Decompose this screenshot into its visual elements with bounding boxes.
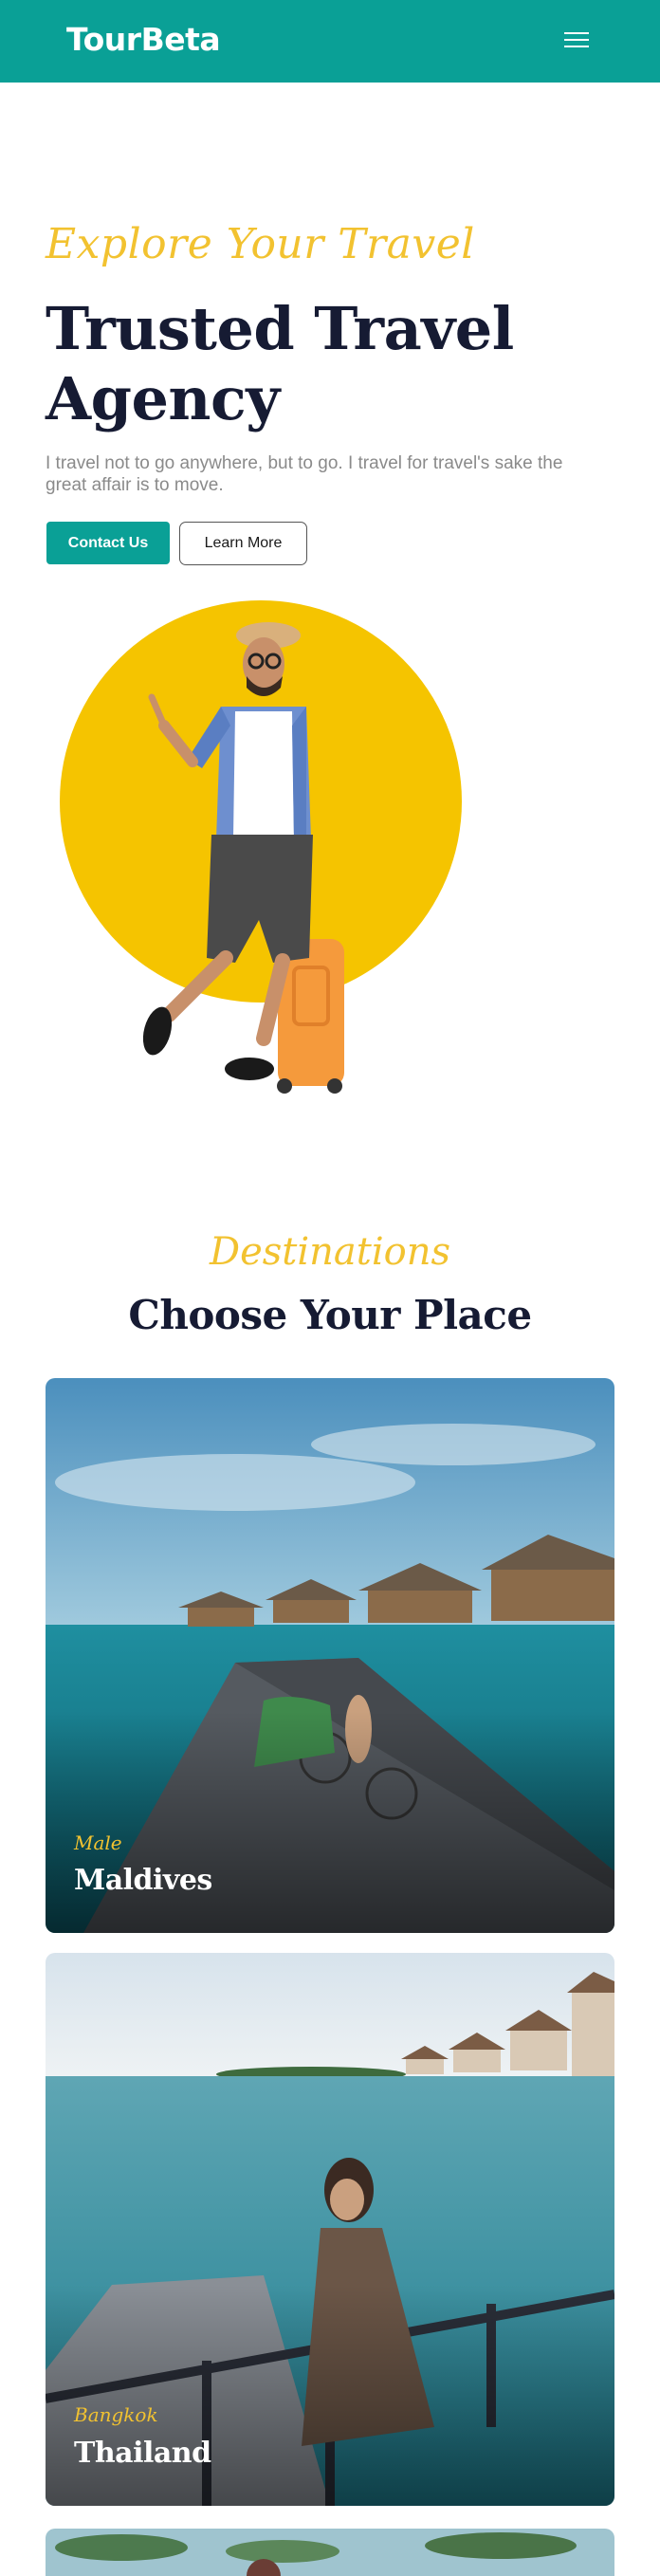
hamburger-menu-icon[interactable] — [559, 27, 594, 55]
card-title: Thailand — [74, 2437, 211, 2470]
card-subtitle: Bangkok — [74, 2403, 158, 2426]
top-navbar: TourBeta — [0, 0, 660, 83]
destination-photo — [46, 2529, 614, 2576]
hero-script-title: Explore Your Travel — [46, 220, 475, 268]
destination-card-maldives[interactable]: Male Maldives — [46, 1378, 614, 1933]
destinations-script-title: Destinations — [210, 1230, 450, 1274]
hero-title: Trusted Travel Agency — [46, 294, 514, 433]
card-subtitle: Male — [74, 1831, 122, 1854]
destinations-title: Choose Your Place — [128, 1292, 532, 1338]
destination-card-3[interactable] — [46, 2529, 614, 2576]
contact-us-button[interactable]: Contact Us — [46, 522, 170, 564]
destination-card-thailand[interactable]: Bangkok Thailand — [46, 1953, 614, 2506]
hero-description: I travel not to go anywhere, but to go. … — [46, 453, 563, 495]
brand-logo[interactable]: TourBeta — [66, 21, 221, 58]
maldives-photo — [46, 1378, 614, 1933]
card-title: Maldives — [74, 1864, 212, 1897]
learn-more-button[interactable]: Learn More — [179, 522, 307, 565]
hero-traveler-illustration — [60, 600, 462, 1094]
